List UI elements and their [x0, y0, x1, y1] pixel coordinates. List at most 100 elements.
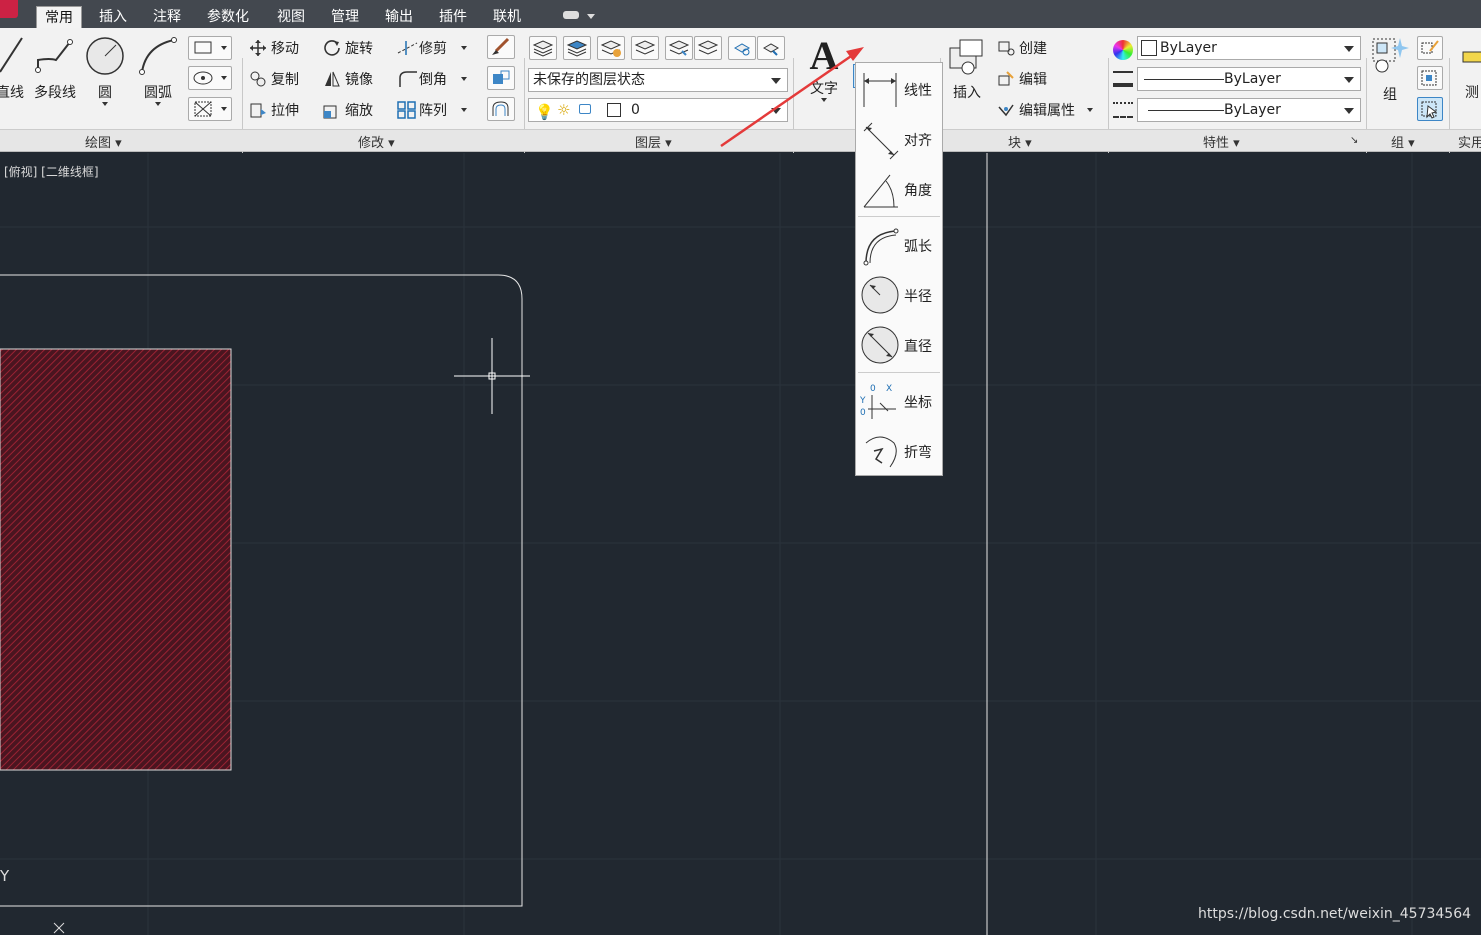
ungroup-button[interactable] [1417, 66, 1443, 90]
draw-panel-title[interactable]: 绘图 ▾ [85, 132, 122, 151]
linetype-select[interactable]: ByLayer [1137, 98, 1361, 122]
array-button[interactable]: 阵列 [397, 100, 467, 120]
dialog-launcher-icon[interactable]: ↘ [1350, 135, 1358, 146]
chevron-down-icon[interactable] [771, 108, 781, 114]
tab-plugins[interactable]: 插件 [431, 6, 475, 28]
chevron-down-icon: ▾ [115, 136, 122, 151]
unlock-icon[interactable] [579, 104, 591, 114]
layer-off-button[interactable] [757, 36, 785, 60]
copy-button[interactable]: 复制 [249, 69, 299, 89]
tab-manage[interactable]: 管理 [323, 6, 367, 28]
layer-properties-button[interactable] [529, 36, 557, 60]
erase-button[interactable] [487, 35, 515, 59]
polyline-button[interactable]: 多段线 [30, 34, 80, 102]
tab-home[interactable]: 常用 [36, 6, 82, 28]
viewport-controls-label[interactable]: [俯视] [二维线框] [4, 163, 99, 180]
dim-aligned-item[interactable]: 对齐 [856, 113, 942, 163]
scale-button[interactable]: 缩放 [323, 100, 373, 120]
circle-button[interactable]: 圆 [84, 34, 126, 106]
chevron-down-icon[interactable] [587, 14, 595, 19]
dim-radius-item[interactable]: 半径 [856, 269, 942, 319]
scale-label: 缩放 [345, 103, 373, 119]
linetype-icon[interactable] [1113, 102, 1133, 118]
text-button[interactable]: A 文字 [803, 34, 845, 102]
rotate-button[interactable]: 旋转 [323, 38, 373, 58]
chevron-down-icon[interactable] [461, 108, 467, 112]
polyline-label: 多段线 [34, 85, 76, 101]
array-icon [397, 101, 416, 119]
tab-parametric[interactable]: 参数化 [199, 6, 257, 28]
chevron-down-icon[interactable] [821, 98, 827, 102]
layer-match-button[interactable] [665, 36, 693, 60]
group-button[interactable]: 组 [1370, 36, 1410, 104]
hatch-button[interactable] [188, 66, 232, 90]
drawing-viewport[interactable]: [俯视] [二维线框] Y [0, 153, 1481, 935]
layer-previous-button[interactable] [694, 36, 722, 60]
group-edit-button[interactable] [1417, 36, 1443, 60]
arc-button[interactable]: 圆弧 [136, 34, 180, 106]
trim-button[interactable]: 修剪 [397, 38, 467, 58]
layer-isolate-button[interactable] [597, 36, 625, 60]
move-button[interactable]: 移动 [249, 38, 299, 58]
dim-ordinate-item[interactable]: 0XY0 坐标 [856, 375, 942, 425]
stretch-button[interactable]: 拉伸 [249, 100, 299, 120]
dim-angular-item[interactable]: 角度 [856, 163, 942, 213]
layer-state-button[interactable] [563, 36, 591, 60]
hatch-region[interactable] [0, 348, 232, 771]
chevron-down-icon[interactable] [1087, 108, 1093, 112]
layer-walk-button[interactable] [631, 36, 659, 60]
fillet-button[interactable]: 倒角 [397, 69, 467, 89]
tab-output[interactable]: 输出 [377, 6, 421, 28]
utilities-panel-title-text: 实用 [1458, 136, 1481, 151]
dim-linear-item[interactable]: 线性 [856, 63, 942, 113]
drawing-canvas[interactable] [0, 153, 1481, 935]
boundary-button[interactable] [188, 97, 232, 121]
chevron-down-icon[interactable] [771, 78, 781, 84]
color-select[interactable]: ByLayer [1137, 36, 1361, 60]
chevron-down-icon[interactable] [155, 102, 161, 106]
chevron-down-icon[interactable] [1344, 77, 1354, 83]
chevron-down-icon[interactable] [102, 102, 108, 106]
utilities-panel-title[interactable]: 实用 [1458, 132, 1481, 151]
lineweight-select[interactable]: ByLayer [1137, 67, 1361, 91]
rectangle-button[interactable] [188, 36, 232, 60]
tab-insert[interactable]: 插入 [91, 6, 135, 28]
edit-attributes-button[interactable]: 编辑属性 [997, 100, 1093, 120]
chevron-down-icon[interactable] [1344, 108, 1354, 114]
explode-button[interactable] [487, 66, 515, 90]
chevron-down-icon[interactable] [461, 46, 467, 50]
panel-toggle-icon[interactable] [563, 11, 579, 19]
tab-online[interactable]: 联机 [485, 6, 529, 28]
layer-panel-title[interactable]: 图层 ▾ [635, 132, 672, 151]
layer-freeze-button[interactable] [728, 36, 756, 60]
measure-button[interactable]: 测 [1457, 36, 1481, 102]
mirror-button[interactable]: 镜像 [323, 69, 373, 89]
group-select-toggle[interactable] [1417, 97, 1443, 121]
tab-annotate[interactable]: 注释 [145, 6, 189, 28]
dim-arc-length-item[interactable]: 弧长 [856, 219, 942, 269]
arc-icon [139, 37, 177, 75]
line-button[interactable]: 直线 [0, 34, 24, 101]
properties-panel-title[interactable]: 特性 ▾ [1203, 132, 1240, 151]
block-panel-title[interactable]: 块 ▾ [1008, 132, 1032, 151]
layer-select[interactable]: 💡 ☼ 0 [528, 98, 788, 122]
modify-panel-title[interactable]: 修改 ▾ [358, 132, 395, 151]
offset-button[interactable] [487, 97, 515, 121]
sun-icon[interactable]: ☼ [557, 99, 570, 121]
chevron-down-icon[interactable] [461, 77, 467, 81]
group-edit-icon [1421, 40, 1439, 54]
application-menu-icon[interactable] [0, 0, 18, 18]
layer-state-select[interactable]: 未保存的图层状态 [528, 68, 788, 92]
lineweight-icon[interactable] [1113, 71, 1133, 87]
create-block-button[interactable]: 创建 [997, 38, 1047, 58]
dim-jogged-item[interactable]: 折弯 [856, 425, 942, 475]
dim-diameter-item[interactable]: 直径 [856, 319, 942, 369]
tab-view[interactable]: 视图 [269, 6, 313, 28]
chevron-down-icon[interactable] [1344, 46, 1354, 52]
insert-block-button[interactable]: 插入 [946, 36, 988, 102]
color-wheel-icon[interactable] [1113, 40, 1133, 60]
group-panel-title[interactable]: 组 ▾ [1391, 132, 1415, 151]
layer-color-swatch[interactable] [607, 103, 621, 117]
edit-block-button[interactable]: 编辑 [997, 69, 1047, 89]
lightbulb-icon[interactable]: 💡 [535, 101, 554, 123]
